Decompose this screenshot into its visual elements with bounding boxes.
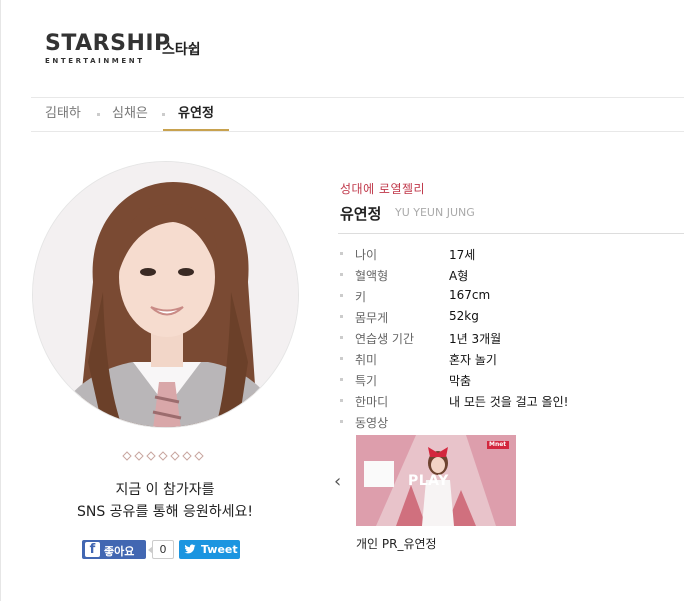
bullet-icon bbox=[340, 378, 343, 381]
info-value: A형 bbox=[449, 269, 469, 283]
bullet-icon bbox=[340, 315, 343, 318]
twitter-bird-icon bbox=[184, 544, 196, 554]
info-label: 나이 bbox=[355, 248, 378, 262]
info-value: 내 모든 것을 걸고 올인! bbox=[449, 395, 569, 409]
info-label: 혈액형 bbox=[355, 269, 389, 283]
diamond-ornament-icon bbox=[122, 451, 204, 461]
tab-separator bbox=[97, 113, 100, 116]
bullet-icon bbox=[340, 399, 343, 402]
agency-name: 스타쉽 bbox=[162, 42, 201, 58]
info-value: 52kg bbox=[449, 309, 479, 323]
bullet-icon bbox=[340, 252, 343, 255]
info-label: 연습생 기간 bbox=[355, 332, 415, 346]
tab-shim-chaeeun[interactable]: 심채은 bbox=[112, 98, 148, 131]
trainee-name-korean: 유연정 bbox=[340, 205, 382, 223]
facebook-like-label: 좋아요 bbox=[104, 545, 135, 558]
info-value: 막춤 bbox=[449, 374, 472, 388]
tab-yu-yeonjung[interactable]: 유연정 bbox=[163, 98, 229, 131]
starship-logo[interactable]: STARSHIP ENTERTAINMENT bbox=[45, 31, 171, 66]
tab-kim-taeha[interactable]: 김태하 bbox=[45, 98, 81, 131]
video-prev-arrow-icon[interactable]: ‹ bbox=[334, 472, 348, 492]
bullet-icon bbox=[340, 336, 343, 339]
profile-photo bbox=[32, 161, 299, 428]
video-thumbnail[interactable]: PLAY Mnet bbox=[356, 435, 516, 526]
facebook-like-button[interactable]: f 좋아요 bbox=[82, 540, 146, 559]
info-label: 키 bbox=[355, 290, 367, 304]
play-label: PLAY bbox=[408, 473, 449, 489]
info-value: 167cm bbox=[449, 288, 491, 302]
facebook-like-count: 0 bbox=[148, 540, 174, 559]
info-label: 한마디 bbox=[355, 395, 389, 409]
info-value: 혼자 놀기 bbox=[449, 353, 497, 367]
support-message-line2: SNS 공유를 통해 응원하세요! bbox=[76, 504, 253, 520]
facebook-icon: f bbox=[85, 542, 100, 557]
bullet-icon bbox=[340, 273, 343, 276]
channel-badge: Mnet bbox=[489, 441, 507, 448]
tweet-label: Tweet bbox=[201, 543, 238, 556]
info-label: 몸무게 bbox=[355, 311, 389, 325]
profile-divider bbox=[338, 233, 684, 234]
info-label: 특기 bbox=[355, 374, 378, 388]
bullet-icon bbox=[340, 420, 343, 423]
logo-subtitle: ENTERTAINMENT bbox=[45, 57, 145, 65]
info-value: 1년 3개월 bbox=[449, 332, 502, 346]
profile-tagline: 성대에 로열젤리 bbox=[340, 182, 426, 196]
logo-wordmark: STARSHIP bbox=[45, 31, 171, 56]
trainee-name-english: YU YEUN JUNG bbox=[395, 206, 475, 219]
bullet-icon bbox=[340, 294, 343, 297]
portrait-illustration bbox=[33, 162, 298, 427]
tweet-button[interactable]: Tweet bbox=[179, 540, 240, 559]
bullet-icon bbox=[340, 357, 343, 360]
info-label: 동영상 bbox=[355, 416, 389, 430]
video-caption[interactable]: 개인 PR_유연정 bbox=[356, 535, 437, 552]
info-label: 취미 bbox=[355, 353, 378, 367]
info-value: 17세 bbox=[449, 248, 476, 262]
support-message-line1: 지금 이 참가자를 bbox=[115, 482, 215, 498]
trainee-tabs: 김태하 심채은 유연정 bbox=[31, 97, 684, 132]
